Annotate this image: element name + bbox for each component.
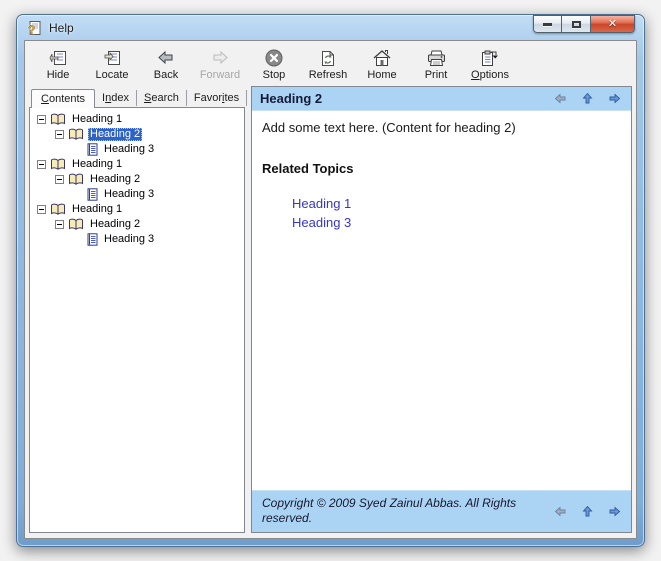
collapse-toggle-icon[interactable] bbox=[37, 160, 46, 169]
tree-item-label: Heading 3 bbox=[104, 233, 155, 245]
page-icon bbox=[87, 188, 98, 201]
tree-item[interactable]: Heading 2 bbox=[32, 127, 242, 142]
refresh-icon bbox=[319, 48, 337, 68]
back-arrow-icon bbox=[156, 48, 176, 68]
tree-item-label: Heading 2 bbox=[90, 218, 141, 230]
tree-item-label-selected: Heading 2 bbox=[88, 128, 143, 141]
print-button[interactable]: Print bbox=[409, 45, 463, 84]
tree-item-label: Heading 3 bbox=[104, 188, 155, 200]
options-icon bbox=[479, 48, 501, 68]
topic-pane: Heading 2 Add some text here. (Content f… bbox=[251, 86, 632, 533]
collapse-toggle-icon[interactable] bbox=[55, 175, 64, 184]
options-label: Options bbox=[471, 69, 509, 81]
stop-icon bbox=[264, 48, 284, 68]
tree-item[interactable]: Heading 1 bbox=[32, 157, 242, 172]
client-area: Hide Locate Back Forward Stop Refresh Ho… bbox=[24, 40, 637, 539]
nav-up-icon[interactable] bbox=[581, 92, 594, 105]
tree-item-label: Heading 3 bbox=[104, 143, 155, 155]
topic-body: Add some text here. (Content for heading… bbox=[252, 111, 631, 490]
main-split: Contents Index Search Favorites Heading … bbox=[25, 86, 636, 538]
home-button[interactable]: Home bbox=[355, 45, 409, 84]
book-icon bbox=[51, 203, 65, 215]
tree-item-label: Heading 2 bbox=[90, 173, 141, 185]
maximize-button[interactable] bbox=[562, 15, 591, 33]
stop-label: Stop bbox=[262, 69, 286, 81]
refresh-button[interactable]: Refresh bbox=[301, 45, 355, 84]
locate-icon bbox=[103, 48, 122, 68]
tree-item[interactable]: Heading 3 bbox=[32, 187, 242, 202]
navigation-pane: Contents Index Search Favorites Heading … bbox=[29, 86, 248, 533]
related-link-heading-1[interactable]: Heading 1 bbox=[292, 196, 621, 211]
maximize-icon bbox=[571, 20, 581, 28]
tree-item-label: Heading 1 bbox=[72, 158, 123, 170]
hide-label: Hide bbox=[46, 69, 70, 81]
nav-back-icon[interactable] bbox=[554, 92, 567, 105]
collapse-toggle-icon[interactable] bbox=[55, 220, 64, 229]
forward-label: Forward bbox=[199, 69, 241, 81]
help-file-icon: ? bbox=[28, 20, 41, 36]
minimize-icon bbox=[543, 22, 552, 26]
topic-footer: Copyright © 2009 Syed Zainul Abbas. All … bbox=[252, 490, 631, 532]
related-topics-heading: Related Topics bbox=[262, 161, 354, 176]
tree-item[interactable]: Heading 2 bbox=[32, 217, 242, 232]
collapse-toggle-icon[interactable] bbox=[55, 130, 64, 139]
options-button[interactable]: Options bbox=[463, 45, 517, 84]
hide-icon bbox=[49, 48, 68, 68]
tab-contents[interactable]: Contents bbox=[31, 89, 96, 108]
window-title: Help bbox=[49, 20, 74, 35]
tab-favorites[interactable]: Favorites bbox=[187, 90, 248, 106]
back-label: Back bbox=[153, 69, 179, 81]
topic-title: Heading 2 bbox=[260, 91, 323, 106]
collapse-toggle-icon[interactable] bbox=[37, 115, 46, 124]
locate-label: Locate bbox=[95, 69, 129, 81]
tab-index[interactable]: Index bbox=[95, 90, 137, 106]
book-icon bbox=[69, 173, 83, 185]
book-icon bbox=[69, 128, 83, 140]
book-icon bbox=[51, 113, 65, 125]
minimize-button[interactable] bbox=[533, 15, 562, 33]
hide-button[interactable]: Hide bbox=[31, 45, 85, 84]
toolbar: Hide Locate Back Forward Stop Refresh Ho… bbox=[25, 41, 636, 86]
collapse-toggle-icon[interactable] bbox=[37, 205, 46, 214]
nav-up-icon[interactable] bbox=[581, 505, 594, 518]
stop-button[interactable]: Stop bbox=[247, 45, 301, 84]
page-icon bbox=[87, 143, 98, 156]
refresh-label: Refresh bbox=[308, 69, 348, 81]
tree-item[interactable]: Heading 2 bbox=[32, 172, 242, 187]
header-nav-arrows bbox=[554, 92, 621, 105]
topic-paragraph: Add some text here. (Content for heading… bbox=[262, 120, 516, 135]
help-window: ? Help ✕ Hide Locate Back Forward Stop R… bbox=[16, 14, 645, 547]
forward-arrow-icon bbox=[210, 48, 230, 68]
print-label: Print bbox=[424, 69, 448, 81]
topic-header: Heading 2 bbox=[252, 87, 631, 111]
close-button[interactable]: ✕ bbox=[591, 15, 635, 33]
nav-forward-icon[interactable] bbox=[608, 505, 621, 518]
svg-text:?: ? bbox=[28, 23, 35, 36]
tree-item-label: Heading 1 bbox=[72, 203, 123, 215]
tree-item[interactable]: Heading 3 bbox=[32, 142, 242, 157]
book-icon bbox=[69, 218, 83, 230]
back-button[interactable]: Back bbox=[139, 45, 193, 84]
print-icon bbox=[426, 48, 447, 68]
nav-tabs: Contents Index Search Favorites bbox=[29, 86, 248, 108]
home-label: Home bbox=[367, 69, 397, 81]
tab-search[interactable]: Search bbox=[137, 90, 187, 106]
home-icon bbox=[372, 48, 392, 68]
contents-tree[interactable]: Heading 1 Heading 2 Heading 3 Heading 1 … bbox=[29, 107, 245, 533]
nav-forward-icon[interactable] bbox=[608, 92, 621, 105]
tree-item[interactable]: Heading 1 bbox=[32, 202, 242, 217]
tree-item[interactable]: Heading 1 bbox=[32, 112, 242, 127]
tree-item[interactable]: Heading 3 bbox=[32, 232, 242, 247]
forward-button[interactable]: Forward bbox=[193, 45, 247, 84]
footer-nav-arrows bbox=[554, 505, 621, 518]
copyright-text: Copyright © 2009 Syed Zainul Abbas. All … bbox=[262, 496, 517, 525]
locate-button[interactable]: Locate bbox=[85, 45, 139, 84]
page-icon bbox=[87, 233, 98, 246]
book-icon bbox=[51, 158, 65, 170]
caption-buttons: ✕ bbox=[533, 15, 635, 33]
nav-back-icon[interactable] bbox=[554, 505, 567, 518]
tree-item-label: Heading 1 bbox=[72, 113, 123, 125]
close-icon: ✕ bbox=[607, 17, 618, 30]
related-link-heading-3[interactable]: Heading 3 bbox=[292, 215, 621, 230]
